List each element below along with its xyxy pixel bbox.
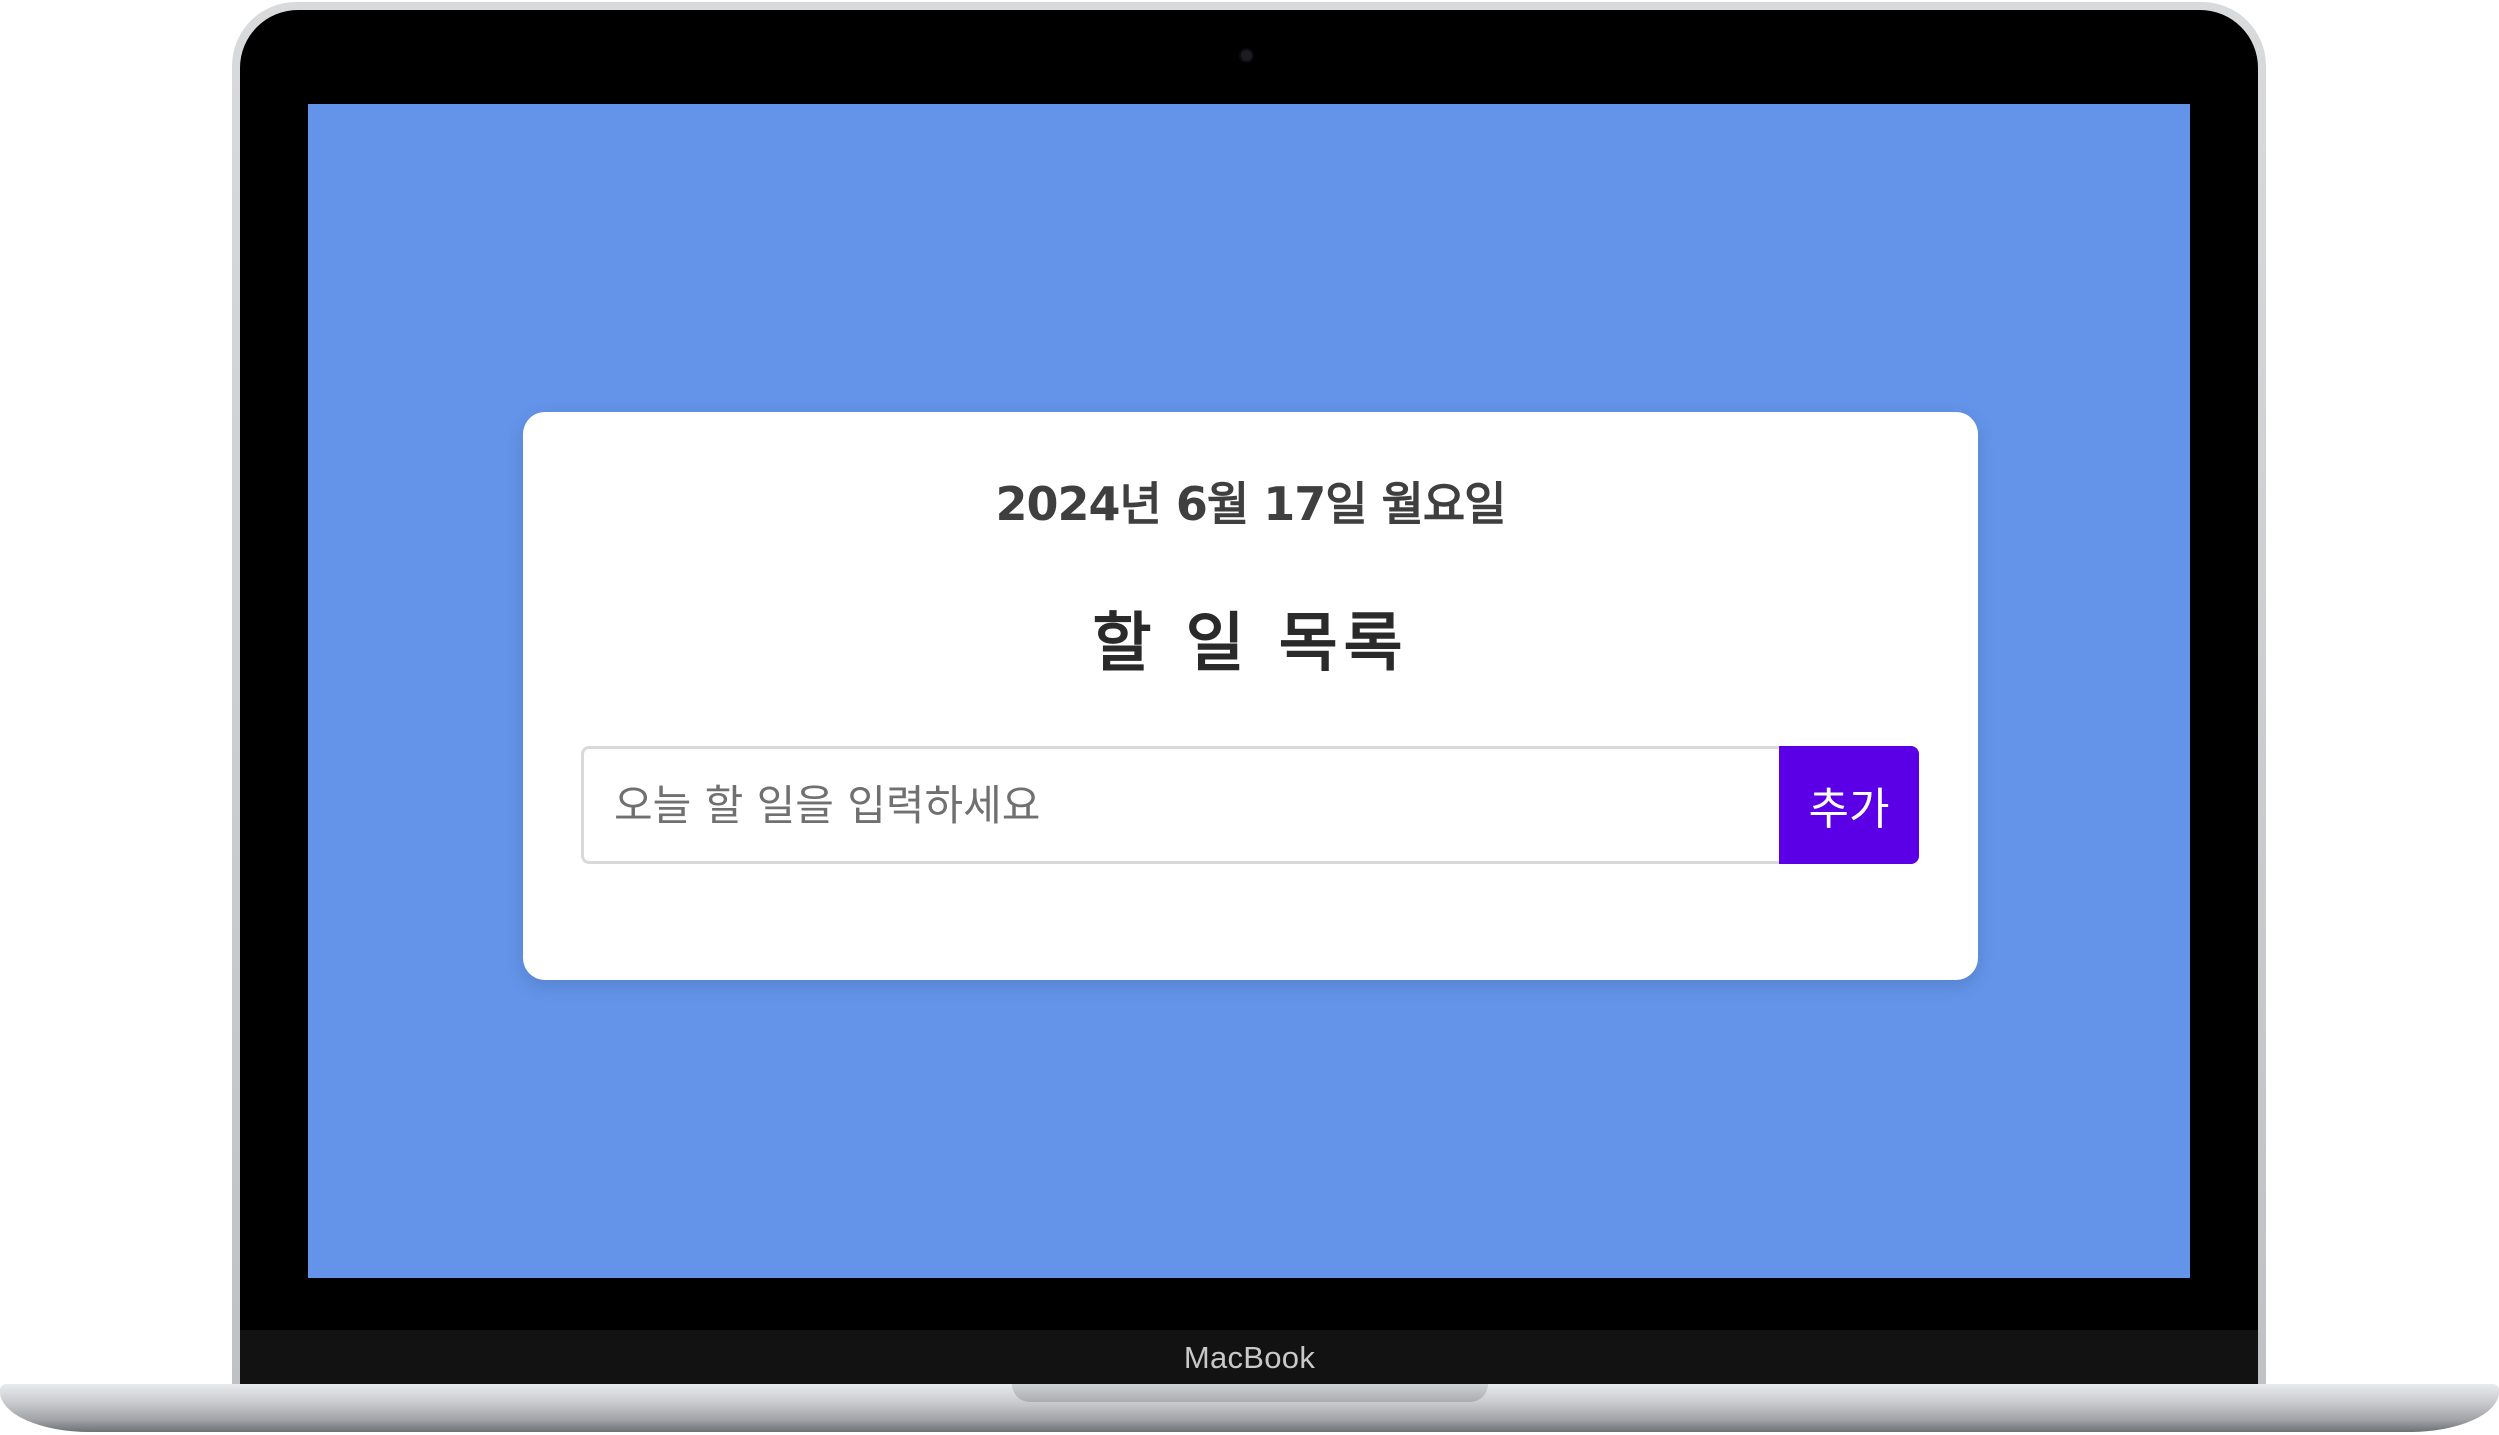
todo-card: 2024년 6월 17일 월요일 할 일 목록 추가: [523, 412, 1978, 980]
add-button[interactable]: 추가: [1779, 746, 1919, 864]
lid-opening-notch: [1012, 1384, 1488, 1402]
current-date: 2024년 6월 17일 월요일: [995, 477, 1506, 531]
brand-label: MacBook: [1183, 1340, 1316, 1375]
app-screen: 2024년 6월 17일 월요일 할 일 목록 추가: [308, 104, 2190, 1278]
camera-icon: [1241, 50, 1252, 61]
laptop-mockup: 2024년 6월 17일 월요일 할 일 목록 추가 MacBook: [0, 0, 2499, 1435]
page-title: 할 일 목록: [1092, 607, 1409, 681]
todo-input[interactable]: [581, 746, 1779, 864]
todo-input-row: 추가: [581, 746, 1919, 864]
